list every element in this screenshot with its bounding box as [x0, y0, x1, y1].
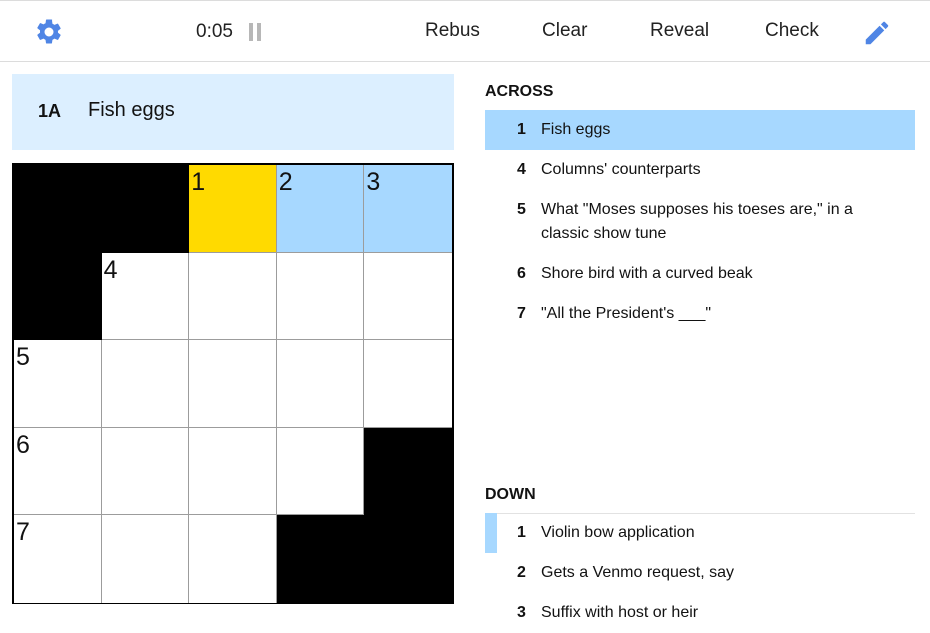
grid-cell[interactable]: 1 [189, 165, 277, 253]
gear-icon[interactable] [34, 17, 64, 47]
grid-cell-black [101, 165, 190, 253]
across-clue-list: 1 Fish eggs 4 Columns' counterparts 5 What "M… [485, 110, 915, 334]
down-clue-1[interactable]: 1 Violin bow application [485, 513, 915, 553]
grid-cell[interactable]: 6 [14, 427, 102, 516]
clue-number: 5 [517, 201, 526, 218]
clue-text: Gets a Venmo request, say [541, 564, 734, 581]
clue-text: Suffix with host or heir [541, 604, 699, 621]
grid-cell[interactable] [101, 515, 190, 603]
grid-cell[interactable]: 3 [364, 165, 452, 253]
down-clue-3[interactable]: 3 Suffix with host or heir [485, 593, 915, 633]
clue-text: Violin bow application [541, 524, 695, 541]
grid-cell[interactable] [276, 427, 365, 516]
grid-cell-black [14, 165, 102, 253]
crossword-grid: 1 2 3 4 5 6 7 [12, 163, 454, 604]
timer: 0:05 [196, 21, 233, 42]
down-clue-2[interactable]: 2 Gets a Venmo request, say [485, 553, 915, 593]
current-clue-text: Fish eggs [88, 99, 175, 121]
across-clue-7[interactable]: 7 "All the President's ___" [485, 294, 915, 334]
clue-number: 6 [517, 265, 526, 282]
clue-text: What "Moses supposes his toeses are," in… [541, 201, 853, 242]
clue-text: "All the President's ___" [541, 305, 712, 322]
grid-cell[interactable] [364, 252, 452, 341]
grid-cell-black [14, 252, 102, 341]
cell-number: 7 [16, 518, 30, 547]
down-clue-list: 1 Violin bow application 2 Gets a Venmo req… [485, 513, 915, 633]
clue-text: Fish eggs [541, 121, 611, 138]
grid-cell-black [364, 515, 452, 603]
check-button[interactable]: Check [765, 20, 819, 42]
across-heading: ACROSS [485, 83, 554, 100]
cell-number: 2 [278, 168, 293, 196]
grid-cell[interactable] [101, 340, 190, 428]
grid-cell[interactable] [189, 252, 277, 341]
across-clue-1[interactable]: 1 Fish eggs [485, 110, 915, 150]
across-clue-5[interactable]: 5 What "Moses supposes his toeses are," i… [485, 190, 915, 254]
clue-number: 2 [517, 564, 526, 581]
grid-cell[interactable]: 5 [14, 340, 102, 428]
clue-number: 4 [517, 161, 526, 178]
down-heading: DOWN [485, 486, 536, 503]
clue-number: 7 [517, 305, 526, 322]
cell-number: 5 [16, 343, 30, 372]
grid-cell-black [276, 515, 365, 603]
grid-cell[interactable]: 4 [101, 252, 190, 341]
grid-cell[interactable] [189, 515, 277, 603]
grid-cell[interactable] [101, 427, 190, 516]
pause-icon[interactable] [248, 23, 262, 41]
clear-button[interactable]: Clear [542, 20, 587, 42]
current-clue-bar: 1A Fish eggs [12, 74, 454, 150]
grid-cell[interactable] [276, 252, 365, 341]
grid-cell[interactable] [189, 340, 277, 428]
toolbar: 0:05 Rebus Clear Reveal Check [0, 0, 930, 62]
clue-text: Shore bird with a curved beak [541, 265, 753, 282]
grid-cell[interactable] [276, 340, 365, 428]
pencil-icon[interactable] [862, 18, 892, 48]
cell-number: 4 [103, 255, 118, 284]
grid-cell[interactable] [189, 427, 277, 516]
grid-cell-black [364, 427, 452, 516]
across-clue-4[interactable]: 4 Columns' counterparts [485, 150, 915, 190]
clue-number: 1 [517, 121, 526, 138]
rebus-button[interactable]: Rebus [425, 20, 480, 42]
clue-text: Columns' counterparts [541, 161, 701, 178]
grid-cell[interactable]: 7 [14, 515, 102, 603]
clue-number: 1 [517, 524, 526, 541]
grid-cell[interactable]: 2 [276, 165, 365, 253]
cell-number: 1 [191, 168, 206, 196]
current-clue-number: 1A [38, 101, 62, 121]
cell-number: 6 [16, 430, 30, 459]
clue-number: 3 [517, 604, 526, 621]
reveal-button[interactable]: Reveal [650, 20, 709, 42]
grid-cell[interactable] [364, 340, 452, 428]
across-clue-6[interactable]: 6 Shore bird with a curved beak [485, 254, 915, 294]
cell-number: 3 [366, 168, 381, 196]
